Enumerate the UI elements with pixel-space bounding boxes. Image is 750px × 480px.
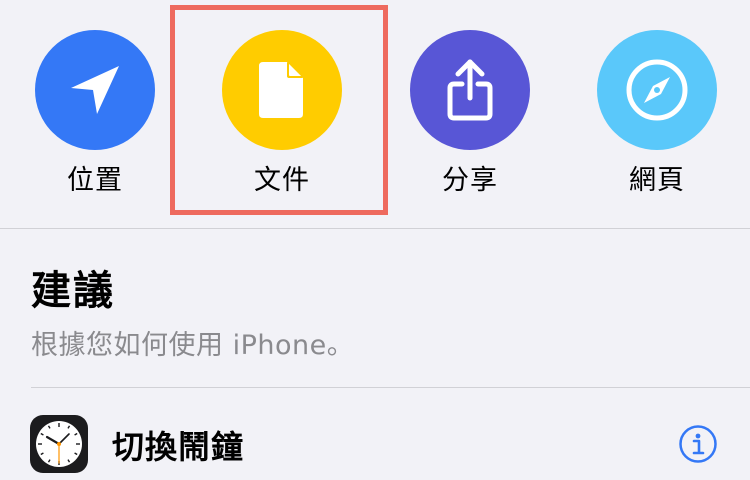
category-label: 分享 — [442, 165, 498, 196]
location-arrow-icon — [71, 66, 119, 114]
section-subtitle: 根據您如何使用 iPhone。 — [31, 330, 355, 361]
category-share[interactable]: 分享 — [375, 0, 565, 228]
category-label: 位置 — [67, 165, 123, 196]
compass-icon — [626, 59, 688, 121]
category-label: 網頁 — [629, 165, 685, 196]
category-grid: 位置 文件 分享 網頁 — [0, 0, 750, 228]
share-circle[interactable] — [410, 30, 530, 150]
app-icon — [30, 415, 88, 473]
section-title: 建議 — [31, 268, 115, 314]
category-web[interactable]: 網頁 — [562, 0, 750, 228]
category-location[interactable]: 位置 — [0, 0, 190, 228]
list-item-title: 切換鬧鐘 — [112, 428, 245, 466]
list-item[interactable]: 切換鬧鐘 — [0, 388, 750, 480]
divider — [0, 228, 750, 229]
location-circle[interactable] — [35, 30, 155, 150]
info-icon[interactable] — [678, 424, 718, 464]
web-circle[interactable] — [597, 30, 717, 150]
share-icon — [447, 59, 493, 121]
selection-highlight — [170, 5, 388, 215]
clock-icon — [36, 421, 82, 467]
